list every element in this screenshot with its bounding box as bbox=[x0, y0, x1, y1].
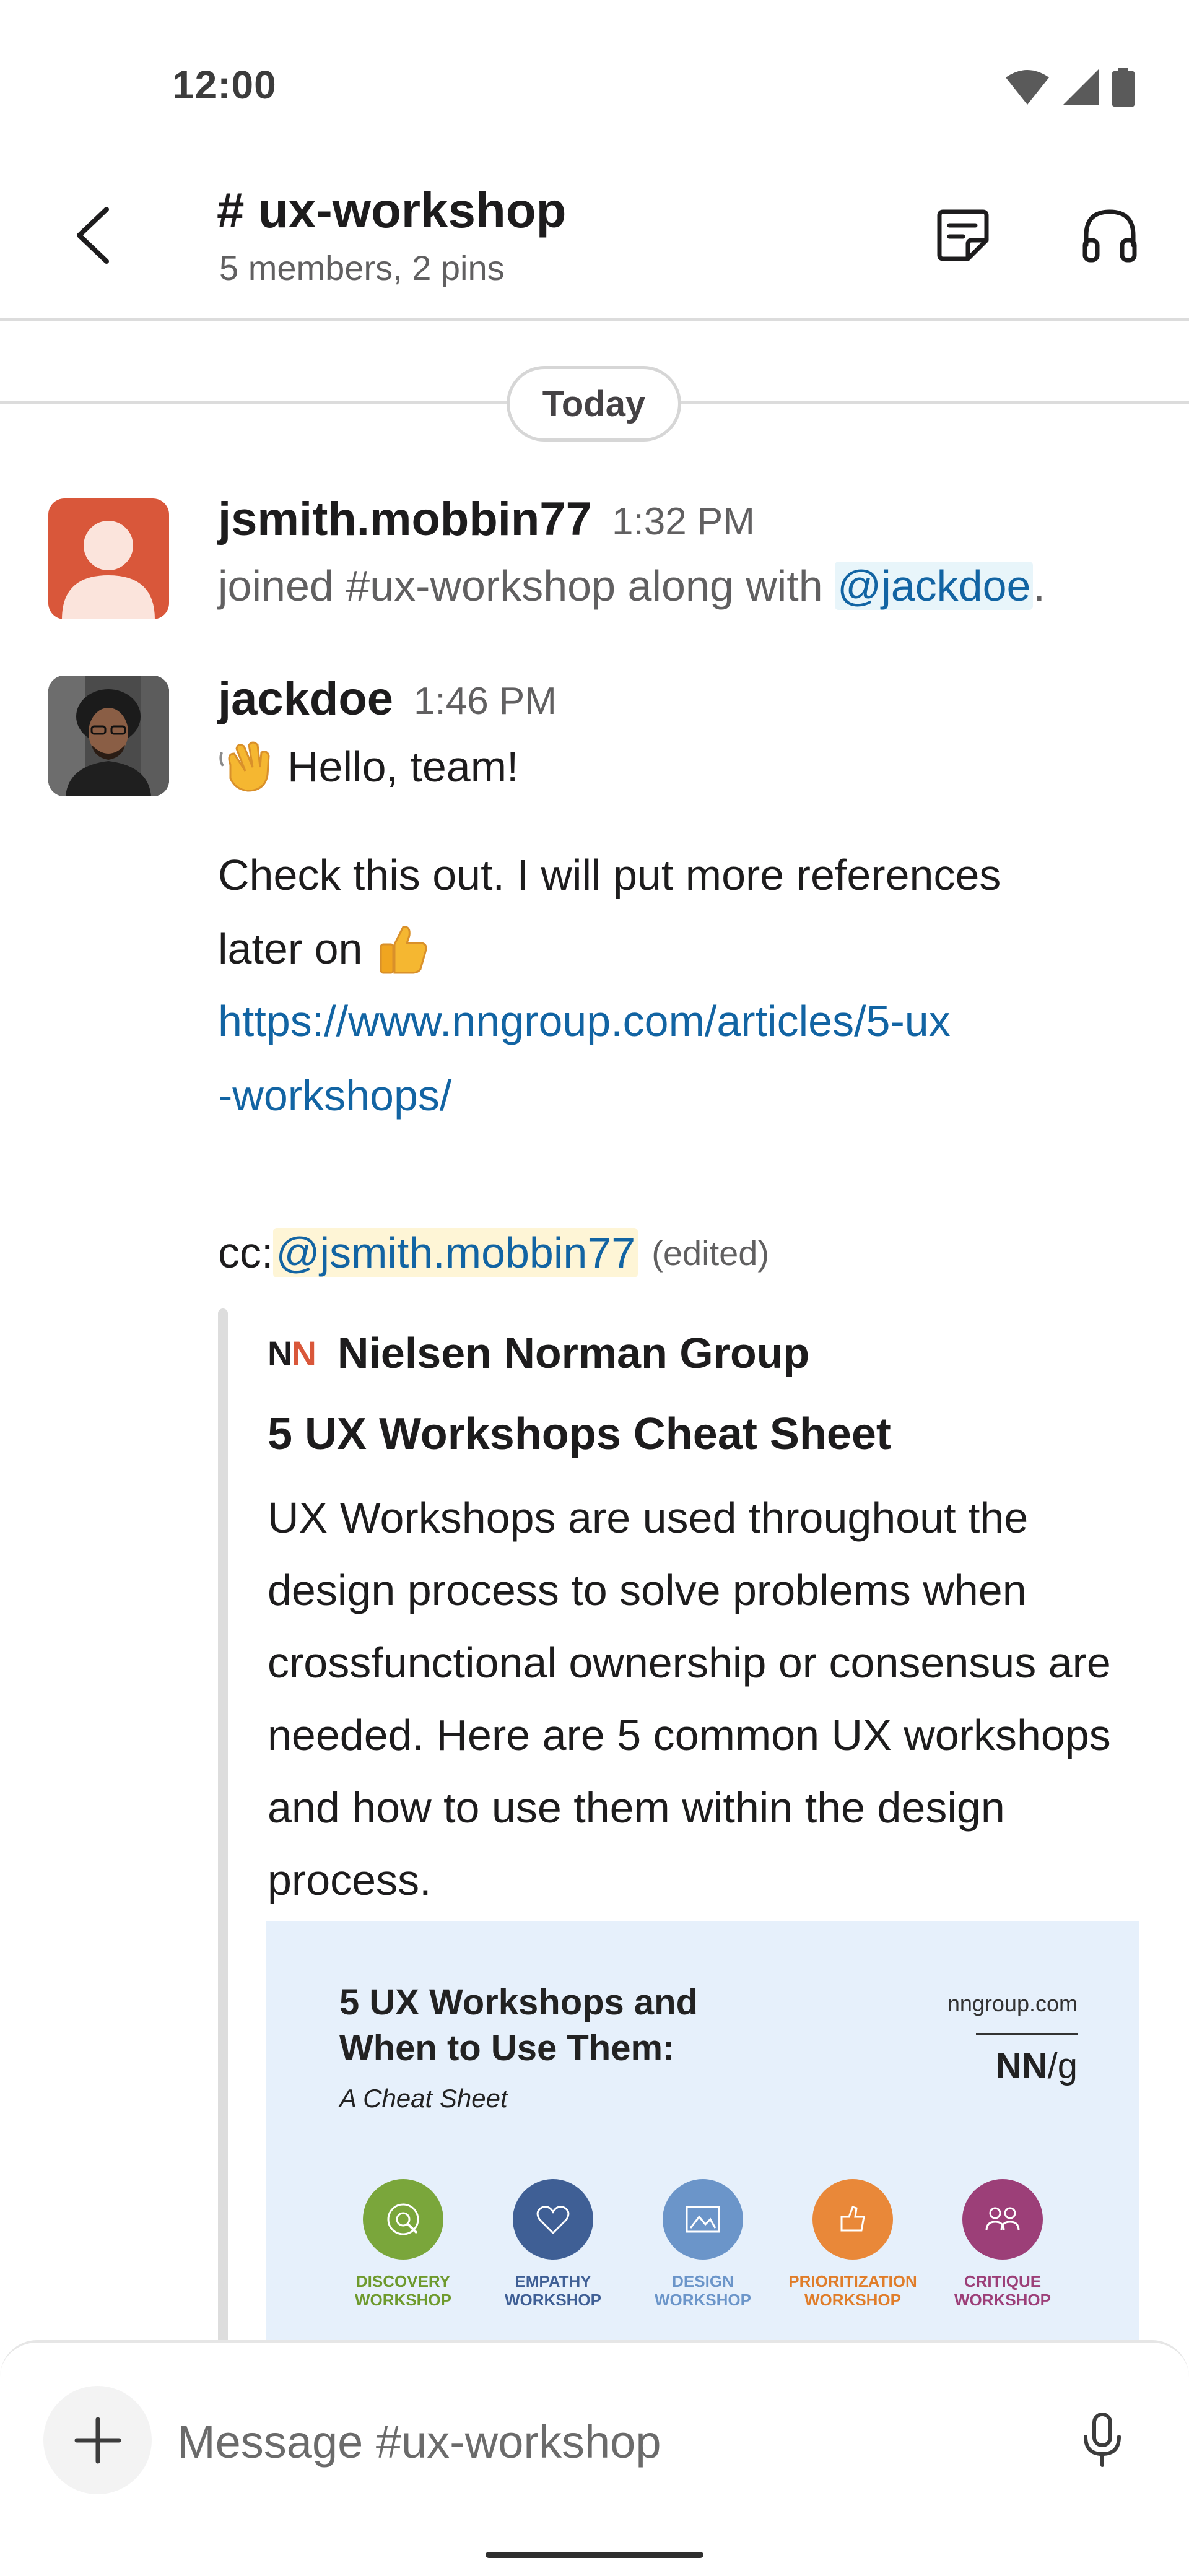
add-attachment-button[interactable] bbox=[43, 2386, 152, 2494]
join-text-end: . bbox=[1033, 562, 1045, 610]
channel-title[interactable]: # ux-workshop bbox=[217, 182, 567, 239]
workshop-item: PRIORITIZATION WORKSHOP bbox=[778, 2179, 928, 2309]
message-author[interactable]: jackdoe bbox=[218, 672, 393, 726]
nng-brand-icon: NN/g bbox=[995, 2046, 1078, 2086]
preview-title: 5 UX Workshops and When to Use Them: bbox=[339, 1982, 699, 2068]
channel-members-pins[interactable]: 5 members, 2 pins bbox=[219, 248, 505, 288]
join-text: joined #ux-workshop along with bbox=[218, 562, 835, 610]
canvas-button[interactable] bbox=[926, 198, 1000, 272]
cellular-signal-icon bbox=[1063, 69, 1099, 105]
workshop-label: DESIGN WORKSHOP bbox=[655, 2272, 751, 2309]
workshop-label: CRITIQUE WORKSHOP bbox=[954, 2272, 1051, 2309]
preview-subtitle: A Cheat Sheet bbox=[339, 2084, 508, 2113]
unfurl-preview-image[interactable]: 5 UX Workshops and When to Use Them: A C… bbox=[266, 1921, 1139, 2340]
headphones-icon bbox=[1082, 209, 1137, 263]
message-author[interactable]: jsmith.mobbin77 bbox=[218, 492, 592, 546]
workshop-item: CRITIQUE WORKSHOP bbox=[928, 2179, 1078, 2309]
edited-label: (edited) bbox=[651, 1233, 770, 1273]
wifi-icon bbox=[1006, 70, 1049, 105]
user-mention[interactable]: @jsmith.mobbin77 bbox=[273, 1228, 638, 1277]
thumbs-up-icon bbox=[380, 926, 428, 974]
message-line: Hello, team! bbox=[218, 740, 518, 793]
workshop-item: DESIGN WORKSHOP bbox=[628, 2179, 778, 2309]
empathy-workshop-icon bbox=[513, 2179, 593, 2260]
unfurl-description: UX Workshops are used throughout the des… bbox=[268, 1494, 1111, 1904]
status-icons bbox=[1006, 68, 1135, 107]
unfurl-source[interactable]: NN Nielsen Norman Group bbox=[268, 1328, 809, 1378]
avatar[interactable] bbox=[48, 498, 169, 619]
canvas-note-icon bbox=[937, 209, 989, 261]
plus-icon bbox=[74, 2417, 121, 2463]
default-user-avatar-icon bbox=[62, 521, 155, 619]
article-link[interactable]: https://www.nngroup.com/articles/5-ux bbox=[218, 996, 951, 1046]
message-composer bbox=[0, 2340, 1189, 2576]
unfurl-title[interactable]: 5 UX Workshops Cheat Sheet bbox=[268, 1409, 891, 1460]
prioritization-workshop-icon bbox=[812, 2179, 893, 2260]
preview-divider bbox=[976, 2033, 1078, 2035]
workshop-label: EMPATHY WORKSHOP bbox=[505, 2272, 601, 2309]
voice-message-button[interactable] bbox=[1065, 2400, 1139, 2480]
design-workshop-icon bbox=[663, 2179, 743, 2260]
waving-hand-icon bbox=[219, 741, 270, 792]
preview-site: nngroup.com bbox=[947, 1991, 1078, 2016]
join-message-text: joined #ux-workshop along with @jackdoe. bbox=[218, 561, 1045, 611]
message-input[interactable] bbox=[177, 2411, 1007, 2473]
chevron-left-icon bbox=[77, 207, 109, 264]
cc-label: cc: bbox=[218, 1229, 274, 1277]
message-timestamp: 1:46 PM bbox=[414, 680, 557, 723]
workshop-item: DISCOVERY WORKSHOP bbox=[328, 2179, 478, 2309]
unfurl-source-name: Nielsen Norman Group bbox=[337, 1329, 810, 1377]
workshop-icons: DISCOVERY WORKSHOP EMPATHY WORKSHOP DESIGN… bbox=[328, 2179, 1078, 2309]
back-button[interactable] bbox=[56, 198, 130, 272]
message-timestamp: 1:32 PM bbox=[612, 500, 755, 543]
workshop-label: PRIORITIZATION WORKSHOP bbox=[788, 2272, 917, 2309]
avatar[interactable] bbox=[48, 676, 169, 796]
status-time: 12:00 bbox=[172, 63, 277, 107]
huddle-button[interactable] bbox=[1073, 198, 1147, 272]
user-mention[interactable]: @jackdoe bbox=[835, 562, 1034, 610]
day-divider-label[interactable]: Today bbox=[507, 366, 681, 442]
article-link[interactable]: -workshops/ bbox=[218, 1071, 451, 1120]
battery-icon bbox=[1112, 68, 1135, 107]
channel-header: # ux-workshop 5 members, 2 pins bbox=[0, 161, 1189, 321]
status-bar: 12:00 bbox=[0, 0, 1189, 161]
workshop-item: EMPATHY WORKSHOP bbox=[478, 2179, 628, 2309]
message-line: cc: @jsmith.mobbin77 (edited) bbox=[218, 1228, 769, 1277]
later-text: later on bbox=[218, 925, 363, 973]
critique-workshop-icon bbox=[962, 2179, 1043, 2260]
message-line: later on bbox=[218, 922, 429, 975]
user-photo-avatar-icon bbox=[48, 676, 169, 796]
nngroup-logo-icon: NN bbox=[268, 1333, 316, 1373]
microphone-icon bbox=[1084, 2413, 1121, 2467]
discovery-workshop-icon bbox=[363, 2179, 443, 2260]
hello-text: Hello, team! bbox=[287, 742, 519, 791]
message-line: Check this out. I will put more referenc… bbox=[218, 851, 1001, 899]
home-indicator[interactable] bbox=[486, 2552, 703, 2558]
attachment-bar bbox=[218, 1308, 228, 2340]
workshop-label: DISCOVERY WORKSHOP bbox=[355, 2272, 451, 2309]
